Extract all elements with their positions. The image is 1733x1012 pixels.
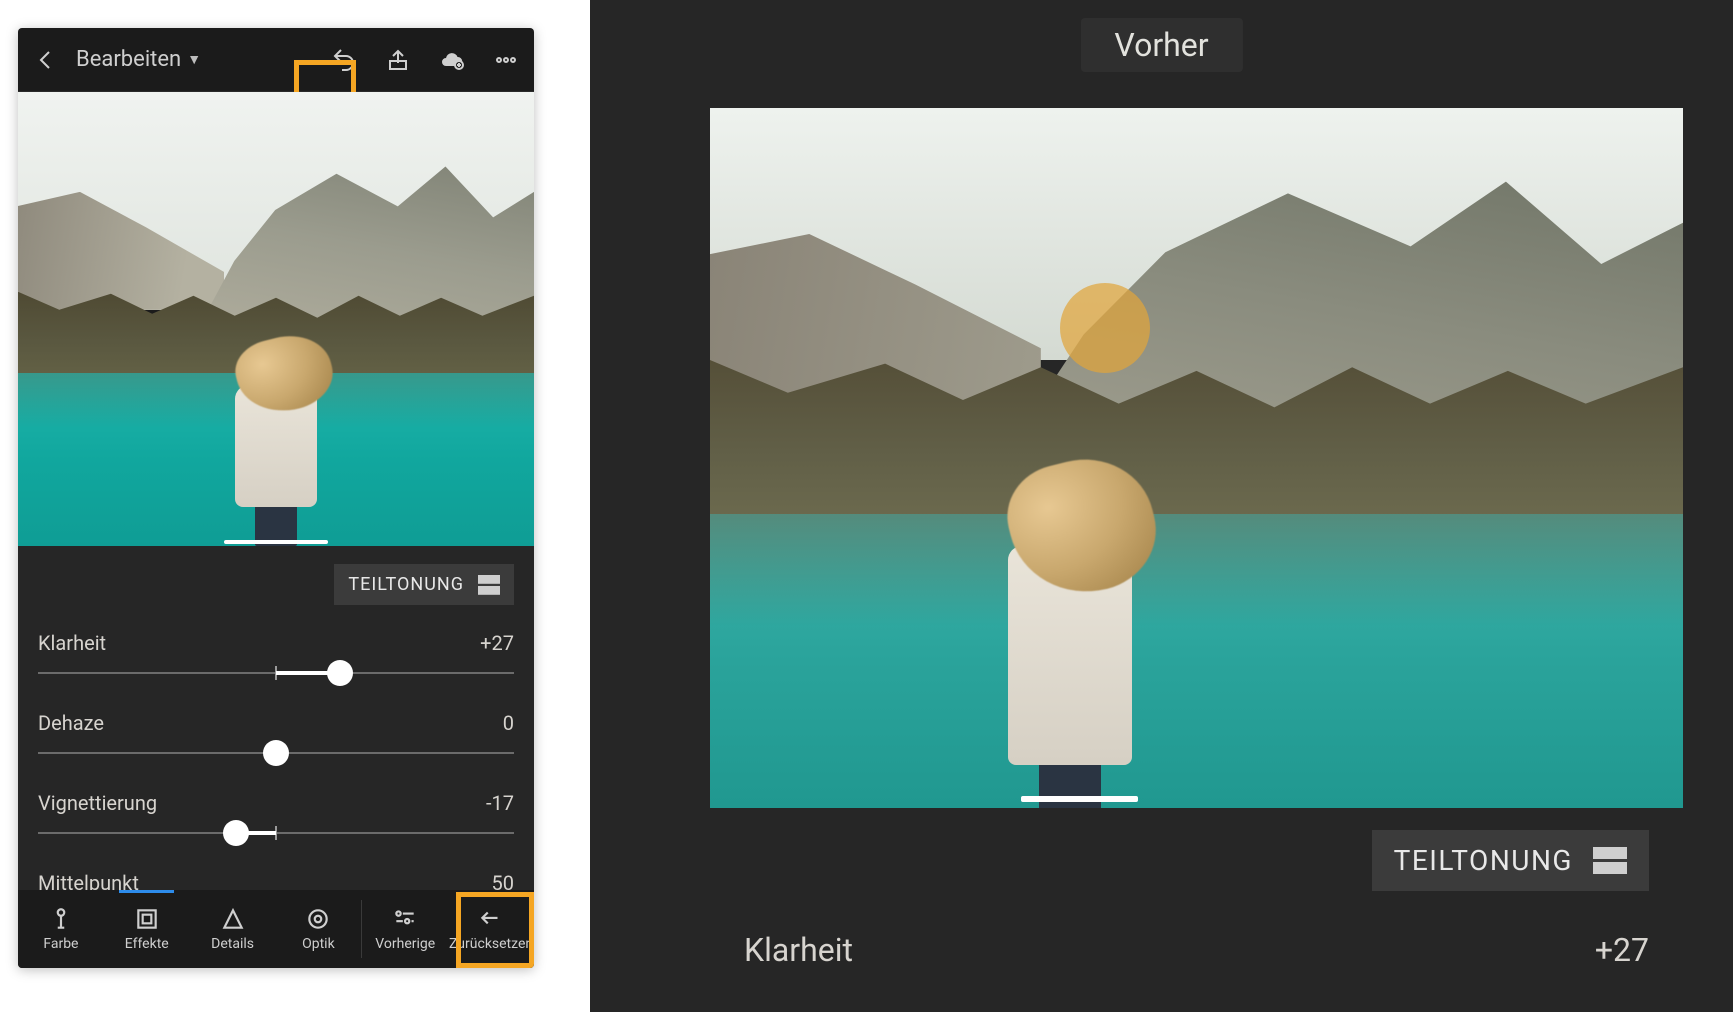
exposure-strip <box>224 540 327 544</box>
split-toning-button[interactable]: TEILTONUNG <box>334 564 514 605</box>
touch-indicator-dot <box>1060 283 1150 373</box>
slider-label: Klarheit <box>38 631 106 655</box>
share-icon[interactable] <box>382 44 414 76</box>
detail-panel: Vorher TEILTONUNG Klarheit +27 <box>590 0 1733 1012</box>
detail-controls: TEILTONUNG Klarheit +27 <box>710 808 1683 1012</box>
slider-track[interactable] <box>38 659 514 687</box>
bottom-tab-bar: Farbe Effekte Details Optik Vorherige <box>18 890 534 968</box>
slider-value: +27 <box>480 631 514 655</box>
split-toning-icon <box>478 575 500 595</box>
before-label: Vorher <box>1114 26 1208 64</box>
slider-dehaze: Dehaze 0 <box>38 701 514 781</box>
more-icon[interactable] <box>490 44 522 76</box>
tab-optik[interactable]: Optik <box>275 890 361 968</box>
before-badge: Vorher <box>1080 18 1242 72</box>
slider-value: +27 <box>1595 931 1649 969</box>
edit-mode-label: Bearbeiten <box>76 47 181 72</box>
top-bar: Bearbeiten ▼ <box>18 28 534 92</box>
tab-label: Effekte <box>125 936 169 952</box>
edited-photo-preview[interactable] <box>18 92 534 546</box>
slider-label: Dehaze <box>38 711 104 735</box>
tab-vorherige[interactable]: Vorherige <box>362 890 448 968</box>
tab-label: Optik <box>302 936 335 952</box>
tab-farbe[interactable]: Farbe <box>18 890 104 968</box>
cloud-add-icon[interactable] <box>436 44 468 76</box>
slider-klarheit-large: Klarheit +27 <box>710 901 1683 969</box>
slider-value: 0 <box>503 711 514 735</box>
back-icon[interactable] <box>30 44 62 76</box>
split-toning-label: TEILTONUNG <box>348 574 464 595</box>
tab-label: Farbe <box>43 936 78 952</box>
edit-mode-dropdown[interactable]: Bearbeiten ▼ <box>76 47 201 72</box>
tab-label: Zurücksetzen <box>449 936 533 952</box>
split-toning-label: TEILTONUNG <box>1394 844 1573 877</box>
slider-value: -17 <box>486 791 514 815</box>
effects-panel: TEILTONUNG Klarheit +27 Dehaze 0 <box>18 546 534 890</box>
slider-track[interactable] <box>38 739 514 767</box>
slider-label: Vignettierung <box>38 791 157 815</box>
split-toning-icon <box>1593 847 1627 875</box>
split-toning-button[interactable]: TEILTONUNG <box>1372 830 1649 891</box>
slider-klarheit: Klarheit +27 <box>38 621 514 701</box>
phone-mock: Bearbeiten ▼ <box>18 28 534 968</box>
slider-label: Klarheit <box>744 931 853 969</box>
tab-details[interactable]: Details <box>190 890 276 968</box>
undo-icon[interactable] <box>328 44 360 76</box>
tab-zuruecksetzen[interactable]: Zurücksetzen <box>448 890 534 968</box>
slider-vignettierung: Vignettierung -17 <box>38 781 514 861</box>
tab-effekte[interactable]: Effekte <box>104 890 190 968</box>
original-photo-preview[interactable] <box>710 108 1683 808</box>
tab-label: Details <box>211 936 254 952</box>
slider-track[interactable] <box>38 819 514 847</box>
exposure-strip <box>1021 796 1138 802</box>
tab-label: Vorherige <box>375 936 435 952</box>
chevron-down-icon: ▼ <box>187 51 201 68</box>
